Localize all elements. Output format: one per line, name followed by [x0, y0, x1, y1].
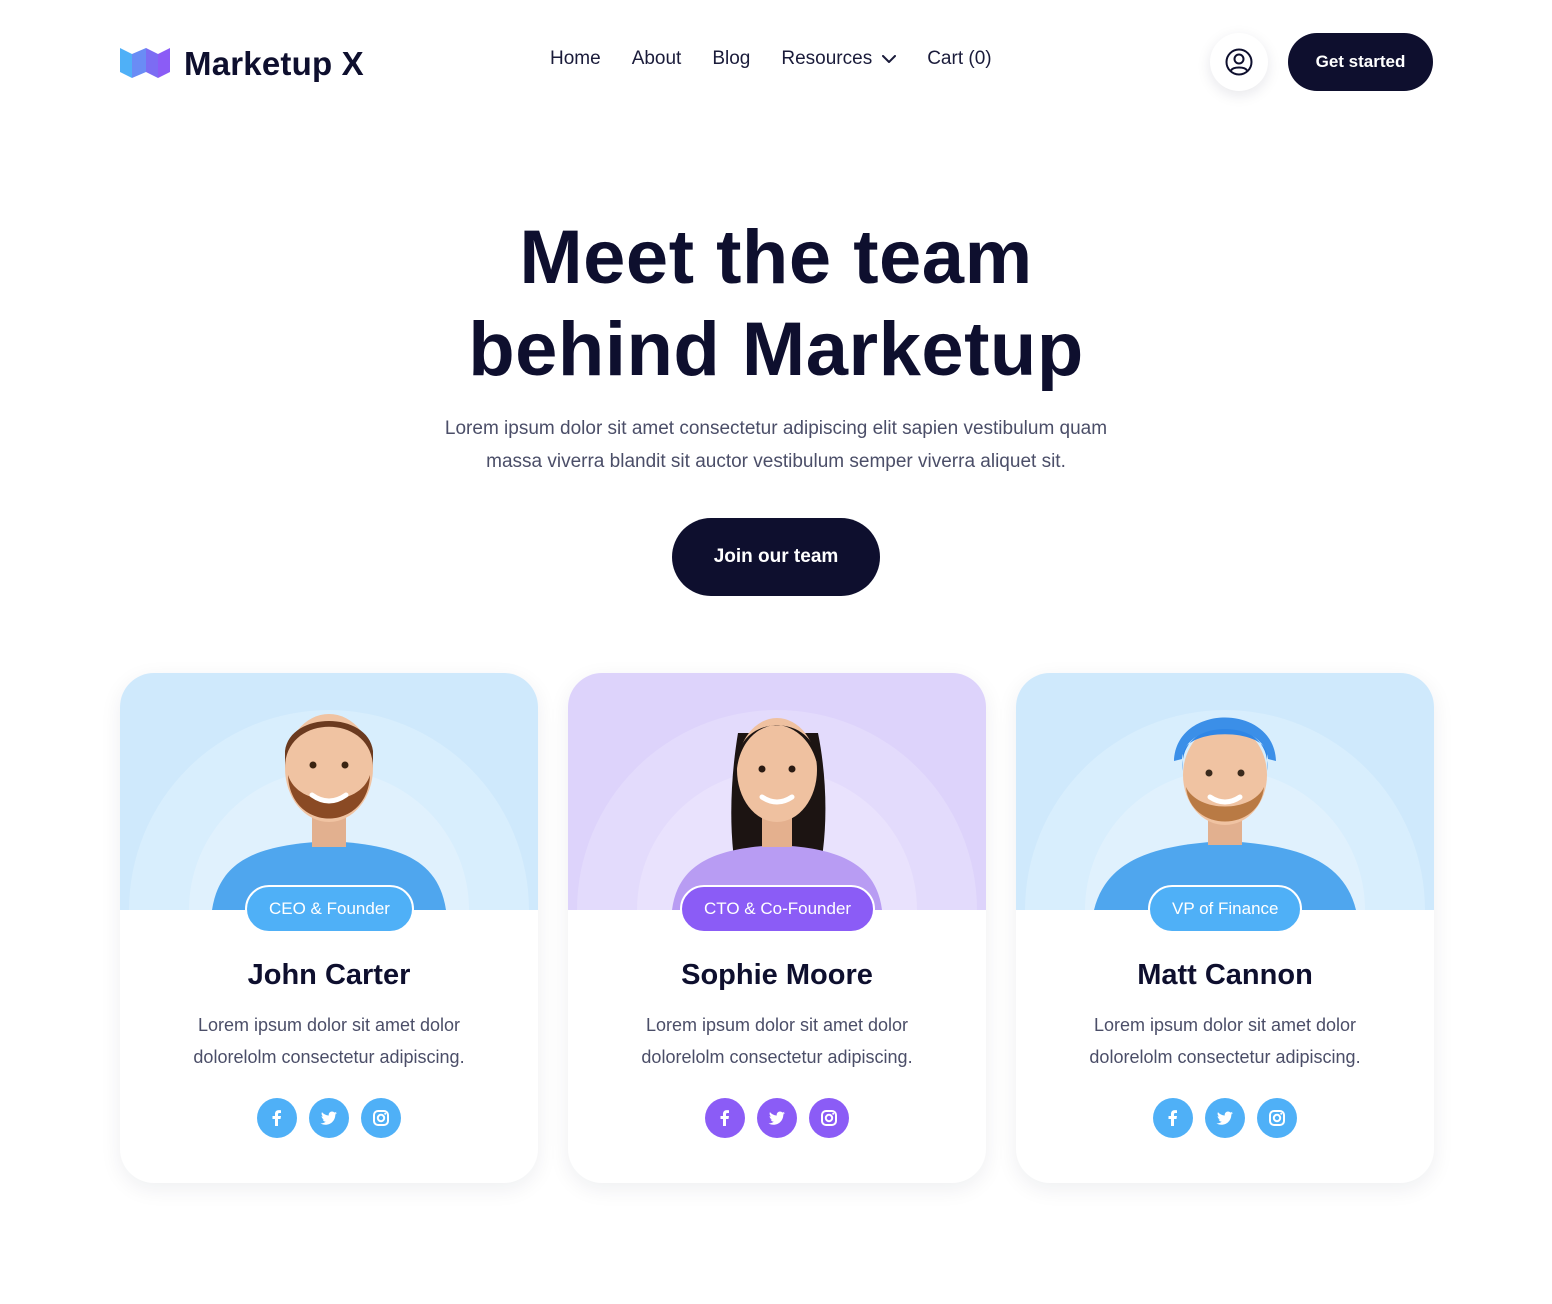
- team-card-sophie-moore: CTO & Co-Founder Sophie Moore Lorem ipsu…: [568, 673, 986, 1183]
- instagram-icon: [1269, 1110, 1285, 1126]
- member-description-line2: dolorelolm consectetur adipiscing.: [1089, 1047, 1361, 1067]
- twitter-link[interactable]: [309, 1098, 349, 1138]
- role-badge: CTO & Co-Founder: [680, 885, 876, 933]
- member-name: Matt Cannon: [1137, 959, 1313, 991]
- member-name: John Carter: [247, 959, 411, 991]
- team-photo: [568, 673, 986, 910]
- twitter-link[interactable]: [757, 1098, 797, 1138]
- twitter-icon: [1216, 1111, 1233, 1125]
- facebook-icon: [272, 1110, 281, 1126]
- member-description: Lorem ipsum dolor sit amet dolor dolorel…: [602, 1009, 952, 1073]
- site-header: Marketup X Home About Blog Resources Car…: [0, 0, 1552, 124]
- twitter-link[interactable]: [1205, 1098, 1245, 1138]
- hero-subtitle-line2: massa viverra blandit sit auctor vestibu…: [486, 451, 1066, 472]
- instagram-icon: [373, 1110, 389, 1126]
- chevron-down-icon: [882, 54, 897, 63]
- team-card-matt-cannon: VP of Finance Matt Cannon Lorem ipsum do…: [1016, 673, 1434, 1183]
- member-description-line1: Lorem ipsum dolor sit amet dolor: [645, 1015, 909, 1035]
- nav-cart[interactable]: Cart (0): [927, 48, 991, 70]
- member-description-line2: dolorelolm consectetur adipiscing.: [641, 1047, 913, 1067]
- facebook-link[interactable]: [1153, 1098, 1193, 1138]
- team-photo: [120, 673, 538, 910]
- brand-logo[interactable]: Marketup X: [118, 44, 364, 84]
- social-links: [1016, 1098, 1434, 1138]
- twitter-icon: [768, 1111, 785, 1125]
- nav-resources[interactable]: Resources: [781, 48, 897, 70]
- instagram-link[interactable]: [361, 1098, 401, 1138]
- account-button[interactable]: [1210, 33, 1268, 91]
- facebook-icon: [720, 1110, 729, 1126]
- member-description: Lorem ipsum dolor sit amet dolor dolorel…: [1050, 1009, 1400, 1073]
- role-badge: VP of Finance: [1148, 885, 1303, 933]
- hero-title: Meet the team behind Marketup: [376, 212, 1176, 396]
- role-badge: CEO & Founder: [245, 885, 414, 933]
- team-card-john-carter: CEO & Founder John Carter Lorem ipsum do…: [120, 673, 538, 1183]
- hero-title-line2: behind Marketup: [468, 307, 1084, 392]
- get-started-button[interactable]: Get started: [1288, 33, 1433, 91]
- join-team-button[interactable]: Join our team: [672, 518, 880, 596]
- nav-home[interactable]: Home: [550, 48, 601, 70]
- instagram-link[interactable]: [809, 1098, 849, 1138]
- main-nav: Home About Blog Resources Cart (0): [550, 48, 1023, 70]
- facebook-icon: [1168, 1110, 1177, 1126]
- hero-subtitle: Lorem ipsum dolor sit amet consectetur a…: [396, 412, 1156, 478]
- hero-title-line1: Meet the team: [519, 215, 1033, 300]
- nav-blog[interactable]: Blog: [712, 48, 750, 70]
- social-links: [568, 1098, 986, 1138]
- member-description-line1: Lorem ipsum dolor sit amet dolor: [197, 1015, 461, 1035]
- member-description-line2: dolorelolm consectetur adipiscing.: [193, 1047, 465, 1067]
- hero-subtitle-line1: Lorem ipsum dolor sit amet consectetur a…: [444, 418, 1108, 439]
- member-description-line1: Lorem ipsum dolor sit amet dolor: [1093, 1015, 1357, 1035]
- social-links: [120, 1098, 538, 1138]
- brand-name: Marketup X: [184, 45, 364, 82]
- facebook-link[interactable]: [705, 1098, 745, 1138]
- twitter-icon: [320, 1111, 337, 1125]
- ribbon-logo-icon: [120, 48, 170, 78]
- instagram-icon: [821, 1110, 837, 1126]
- nav-about[interactable]: About: [632, 48, 682, 70]
- nav-resources-label: Resources: [781, 48, 873, 69]
- member-name: Sophie Moore: [681, 959, 873, 991]
- facebook-link[interactable]: [257, 1098, 297, 1138]
- team-photo: [1016, 673, 1434, 910]
- user-circle-icon: [1225, 48, 1253, 76]
- instagram-link[interactable]: [1257, 1098, 1297, 1138]
- member-description: Lorem ipsum dolor sit amet dolor dolorel…: [154, 1009, 504, 1073]
